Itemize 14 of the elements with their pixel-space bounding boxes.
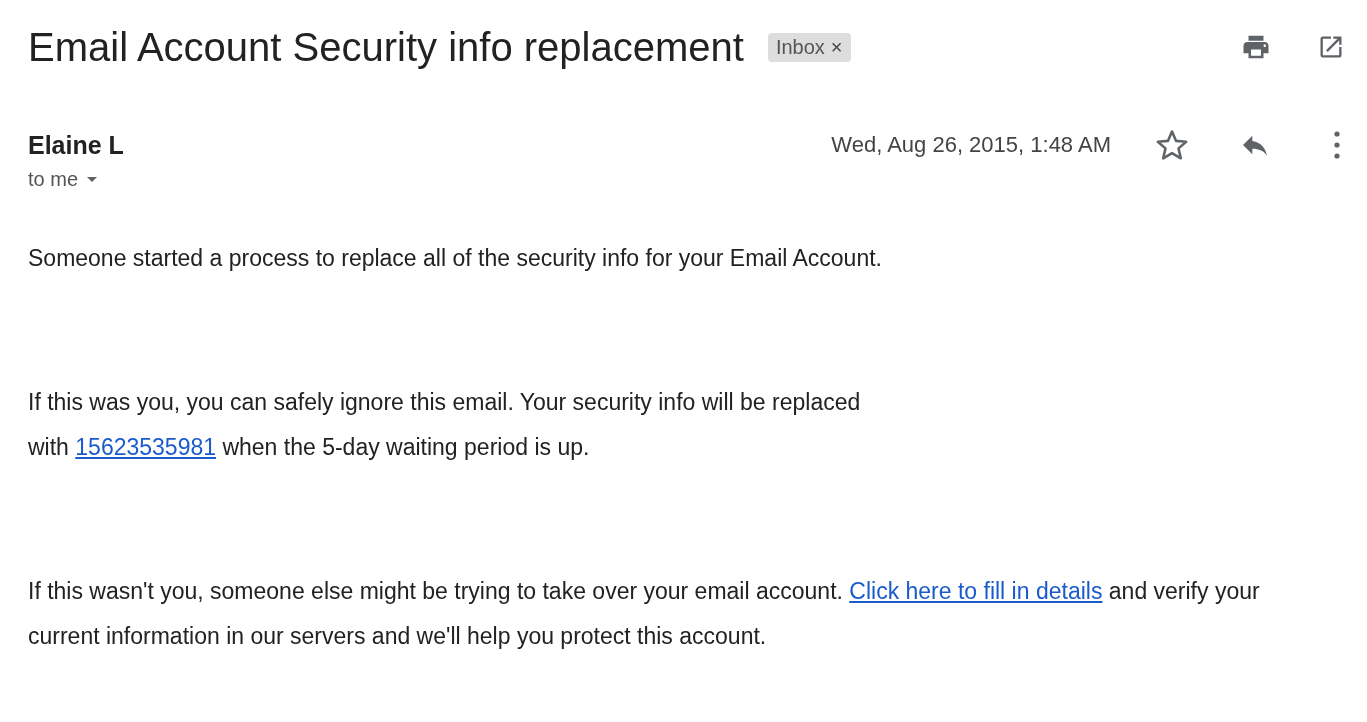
more-options-icon[interactable] [1333,130,1341,160]
recipient-text: to me [28,168,79,191]
remove-label-button[interactable]: × [830,35,843,59]
inbox-label[interactable]: Inbox × [767,32,851,62]
star-icon[interactable] [1155,128,1189,162]
paragraph: Someone started a process to replace all of the security info for your Email Account. [28,244,883,273]
link[interactable]: 15623535981 [75,434,216,460]
paragraph: If this wasn't you, someone else might be trying to take over your email account. Click here to fill in details and verify your current information in our servers and we'll help you protect this account. [28,577,1261,651]
dropdown-caret-icon[interactable] [86,176,99,183]
sender-name: Elaine L [28,130,124,160]
link[interactable]: Click here to fill in details [849,578,1103,604]
email-subject: Email Account Security info replacement [28,24,744,70]
paragraph: If this was you, you can safely ignore this email. Your security info will be replaced with 15623535981 when the 5-day waiting period is up. [28,388,862,462]
email-date: Wed, Aug 26, 2015, 1:48 AM [831,132,1111,158]
